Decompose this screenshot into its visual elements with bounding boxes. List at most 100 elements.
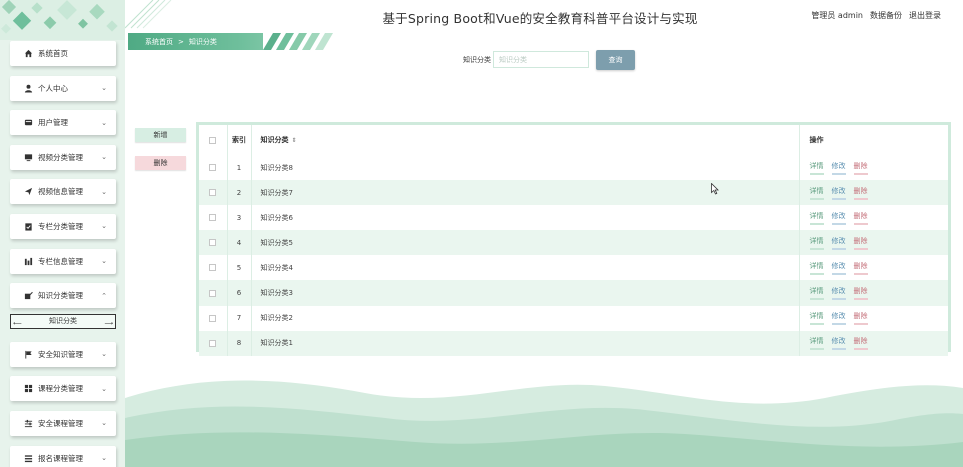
row-checkbox[interactable] bbox=[209, 289, 217, 297]
row-index: 2 bbox=[227, 180, 252, 206]
row-select bbox=[199, 280, 228, 306]
header-decoration bbox=[125, 0, 172, 29]
chevron-down-icon: ⌄ bbox=[101, 222, 107, 231]
data-table: 索引 知识分类 ⇕ 操作 1 知识分类8 详情 修改 删除 2 知识分类7 详情 修改删… bbox=[196, 122, 951, 356]
sidebar-item-users[interactable]: 用户管理 ⌄ bbox=[10, 110, 116, 136]
row-checkbox[interactable] bbox=[209, 239, 217, 247]
table-row: 4 知识分类5 详情 修改 删除 bbox=[199, 230, 948, 256]
send-icon bbox=[23, 187, 33, 197]
detail-button[interactable]: 详情 bbox=[809, 161, 824, 175]
monitor-icon bbox=[23, 152, 33, 162]
detail-button[interactable]: 详情 bbox=[809, 261, 824, 275]
detail-button[interactable]: 详情 bbox=[809, 336, 824, 351]
breadcrumb-home[interactable]: 系统首页 bbox=[145, 37, 173, 47]
sidebar-item-safety-knowledge[interactable]: 安全知识管理 ⌄ bbox=[10, 341, 116, 367]
current-user: 管理员 admin bbox=[811, 11, 863, 20]
select-all-checkbox[interactable] bbox=[209, 136, 217, 144]
detail-button[interactable]: 详情 bbox=[809, 286, 824, 301]
flag-icon bbox=[23, 349, 33, 359]
row-checkbox[interactable] bbox=[209, 264, 217, 272]
sidebar-item-label: 安全课程管理 bbox=[38, 418, 83, 428]
logout-link[interactable]: 退出登录 bbox=[909, 10, 941, 21]
sidebar-item-column-category[interactable]: 专栏分类管理 ⌄ bbox=[10, 213, 116, 239]
search-label: 知识分类 bbox=[463, 56, 491, 64]
row-delete-button[interactable]: 删除 bbox=[853, 211, 868, 225]
row-delete-button[interactable]: 删除 bbox=[853, 161, 868, 175]
chevron-down-icon: ⌄ bbox=[101, 187, 107, 196]
row-select bbox=[199, 230, 228, 256]
chevron-down-icon: ⌄ bbox=[101, 153, 107, 162]
edit-button[interactable]: 修改 bbox=[831, 336, 846, 351]
sidebar: 系统首页 个人中心 ⌄ 用户管理 ⌄ 视频分类管理 ⌄ 视频信息管理 ⌄ 专栏分… bbox=[0, 0, 125, 467]
backup-link[interactable]: 数据备份 bbox=[870, 10, 902, 21]
edit-button[interactable]: 修改 bbox=[831, 311, 846, 326]
search-input[interactable] bbox=[493, 51, 589, 68]
detail-button[interactable]: 详情 bbox=[809, 211, 824, 225]
detail-button[interactable]: 详情 bbox=[809, 236, 824, 250]
row-name: 知识分类5 bbox=[251, 230, 800, 256]
row-checkbox[interactable] bbox=[209, 314, 217, 322]
sidebar-subitem-knowledge[interactable]: ⟵ 知识分类 ⟶ bbox=[10, 313, 116, 329]
chevron-down-icon: ⌄ bbox=[101, 118, 107, 127]
row-delete-button[interactable]: 删除 bbox=[853, 186, 868, 200]
header-select-all bbox=[199, 125, 228, 155]
search-button[interactable]: 查询 bbox=[596, 50, 635, 70]
row-checkbox[interactable] bbox=[209, 164, 217, 172]
mouse-cursor-icon bbox=[711, 183, 719, 195]
row-index: 7 bbox=[227, 305, 252, 331]
row-delete-button[interactable]: 删除 bbox=[853, 236, 868, 250]
row-delete-button[interactable]: 删除 bbox=[853, 286, 868, 301]
detail-button[interactable]: 详情 bbox=[809, 186, 824, 200]
sidebar-item-video-info[interactable]: 视频信息管理 ⌄ bbox=[10, 179, 116, 205]
edit-icon bbox=[23, 291, 33, 301]
sidebar-item-label: 课程分类管理 bbox=[38, 384, 83, 394]
chevron-up-icon: ⌃ bbox=[101, 291, 107, 300]
sidebar-subitem-label: 知识分类 bbox=[49, 317, 77, 326]
row-ops: 详情 修改 删除 bbox=[799, 180, 948, 205]
row-checkbox[interactable] bbox=[209, 339, 217, 347]
grid-icon bbox=[23, 384, 33, 394]
edit-button[interactable]: 修改 bbox=[831, 161, 846, 175]
sidebar-decoration bbox=[0, 0, 125, 40]
background-waves bbox=[125, 380, 963, 467]
sidebar-item-safety-course[interactable]: 安全课程管理 ⌄ bbox=[10, 410, 116, 436]
row-index: 5 bbox=[227, 255, 252, 281]
edit-button[interactable]: 修改 bbox=[831, 186, 846, 200]
sidebar-item-label: 报名课程管理 bbox=[38, 453, 83, 463]
add-button[interactable]: 新增 bbox=[135, 128, 186, 142]
sort-icon[interactable]: ⇕ bbox=[292, 137, 297, 144]
row-select bbox=[199, 255, 228, 281]
row-name: 知识分类6 bbox=[251, 205, 800, 231]
row-delete-button[interactable]: 删除 bbox=[853, 336, 868, 351]
sidebar-item-label: 用户管理 bbox=[38, 118, 68, 128]
chevron-down-icon: ⌄ bbox=[101, 419, 107, 428]
row-ops: 详情 修改 删除 bbox=[799, 331, 948, 356]
detail-button[interactable]: 详情 bbox=[809, 311, 824, 326]
row-ops: 详情 修改 删除 bbox=[799, 205, 948, 230]
table-row: 7 知识分类2 详情 修改 删除 bbox=[199, 305, 948, 331]
table-row: 2 知识分类7 详情 修改 删除 bbox=[199, 180, 948, 206]
sidebar-item-home[interactable]: 系统首页 bbox=[10, 41, 116, 66]
header-name[interactable]: 知识分类 ⇕ bbox=[251, 125, 800, 155]
row-checkbox[interactable] bbox=[209, 189, 217, 197]
sidebar-item-video-category[interactable]: 视频分类管理 ⌄ bbox=[10, 144, 116, 170]
chevron-down-icon: ⌄ bbox=[101, 384, 107, 393]
sidebar-item-profile[interactable]: 个人中心 ⌄ bbox=[10, 75, 116, 101]
edit-button[interactable]: 修改 bbox=[831, 286, 846, 301]
sidebar-item-course-category[interactable]: 课程分类管理 ⌄ bbox=[10, 376, 116, 402]
row-delete-button[interactable]: 删除 bbox=[853, 311, 868, 326]
row-delete-button[interactable]: 删除 bbox=[853, 261, 868, 275]
row-name: 知识分类8 bbox=[251, 155, 800, 181]
chevron-down-icon: ⌄ bbox=[101, 257, 107, 266]
sidebar-item-enroll-course[interactable]: 报名课程管理 ⌄ bbox=[10, 445, 116, 467]
edit-button[interactable]: 修改 bbox=[831, 261, 846, 275]
sidebar-item-knowledge-category[interactable]: 知识分类管理 ⌃ bbox=[10, 283, 116, 309]
row-name: 知识分类3 bbox=[251, 280, 800, 306]
row-checkbox[interactable] bbox=[209, 214, 217, 222]
sidebar-item-column-info[interactable]: 专栏信息管理 ⌄ bbox=[10, 248, 116, 274]
delete-button[interactable]: 删除 bbox=[135, 156, 186, 170]
edit-button[interactable]: 修改 bbox=[831, 211, 846, 225]
sidebar-menu: 系统首页 个人中心 ⌄ 用户管理 ⌄ 视频分类管理 ⌄ 视频信息管理 ⌄ 专栏分… bbox=[10, 41, 116, 467]
row-select bbox=[199, 330, 228, 356]
edit-button[interactable]: 修改 bbox=[831, 236, 846, 250]
